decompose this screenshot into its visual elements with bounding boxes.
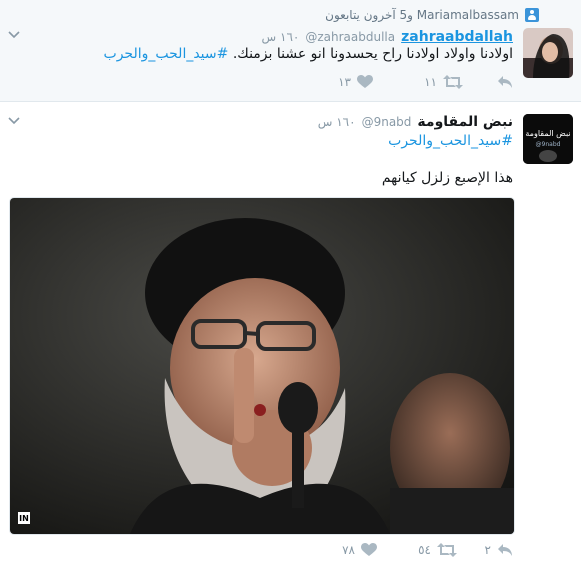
like-count: ١٣	[338, 75, 351, 89]
reply-count: ٢	[484, 543, 491, 557]
author-name[interactable]: zahraabdallah	[401, 29, 513, 45]
reply-icon	[498, 76, 512, 88]
tweet-header: نبض المقاومة @9nabd ١٦٠ س	[318, 114, 513, 130]
chevron-down-icon[interactable]	[8, 116, 20, 126]
hashtag-link[interactable]: #سيد_الحب_والحرب	[388, 133, 513, 149]
like-button[interactable]: ٧٨	[287, 543, 377, 557]
timestamp[interactable]: ١٦٠ س	[318, 115, 356, 129]
retweet-button[interactable]: ١١	[373, 75, 463, 89]
chevron-down-icon[interactable]	[8, 30, 20, 40]
heart-icon	[357, 75, 373, 88]
like-button[interactable]: ١٣	[283, 75, 373, 89]
context-text: Mariamalbassam و5 آخرون يتابعون	[325, 8, 519, 22]
retweet-count: ٥٤	[418, 543, 431, 557]
tweet-actions: ١١ ١٣	[283, 75, 513, 89]
reply-icon	[498, 544, 512, 556]
hashtag-line: #سيد_الحب_والحرب	[388, 133, 513, 149]
avatar[interactable]: نبض المقاومة @9nabd	[523, 114, 573, 164]
photo-watermark: IN	[19, 514, 29, 523]
hashtag-link[interactable]: #سيد_الحب_والحرب	[104, 46, 229, 62]
tweet-text: هذا الإصبع زلزل كيانهم	[382, 170, 513, 186]
tweet[interactable]: Mariamalbassam و5 آخرون يتابعون zahraabd…	[0, 0, 581, 102]
heart-icon	[361, 543, 377, 556]
reply-button[interactable]: ٢	[457, 543, 513, 557]
tweet-text: اولادنا واولاد اولادنا راح يحسدونا انو ع…	[104, 46, 513, 62]
like-count: ٧٨	[342, 543, 355, 557]
retweet-count: ١١	[424, 75, 437, 89]
author-name[interactable]: نبض المقاومة	[417, 114, 513, 130]
timestamp[interactable]: ١٦٠ س	[262, 30, 300, 44]
author-handle[interactable]: @zahraabdulla	[305, 30, 395, 44]
person-icon	[525, 8, 539, 22]
author-handle[interactable]: @9nabd	[362, 115, 412, 129]
tweet-photo[interactable]: IN	[9, 197, 515, 535]
avatar-handle: @9nabd	[536, 141, 561, 148]
retweet-button[interactable]: ٥٤	[377, 543, 457, 557]
tweet-header: zahraabdallah @zahraabdulla ١٦٠ س	[262, 29, 513, 45]
retweet-icon	[443, 75, 463, 89]
avatar-text: نبض المقاومة	[525, 129, 570, 138]
tweet-actions: ٢ ٥٤ ٧٨	[287, 543, 513, 557]
reply-button[interactable]	[463, 75, 513, 89]
tweet-text-body: اولادنا واولاد اولادنا راح يحسدونا انو ع…	[232, 46, 513, 62]
tweet[interactable]: نبض المقاومة @9nabd نبض المقاومة @9nabd …	[0, 102, 581, 570]
tweet-text-body: هذا الإصبع زلزل كيانهم	[381, 170, 513, 186]
follow-context: Mariamalbassam و5 آخرون يتابعون	[325, 7, 539, 23]
retweet-icon	[437, 543, 457, 557]
avatar[interactable]	[523, 28, 573, 78]
